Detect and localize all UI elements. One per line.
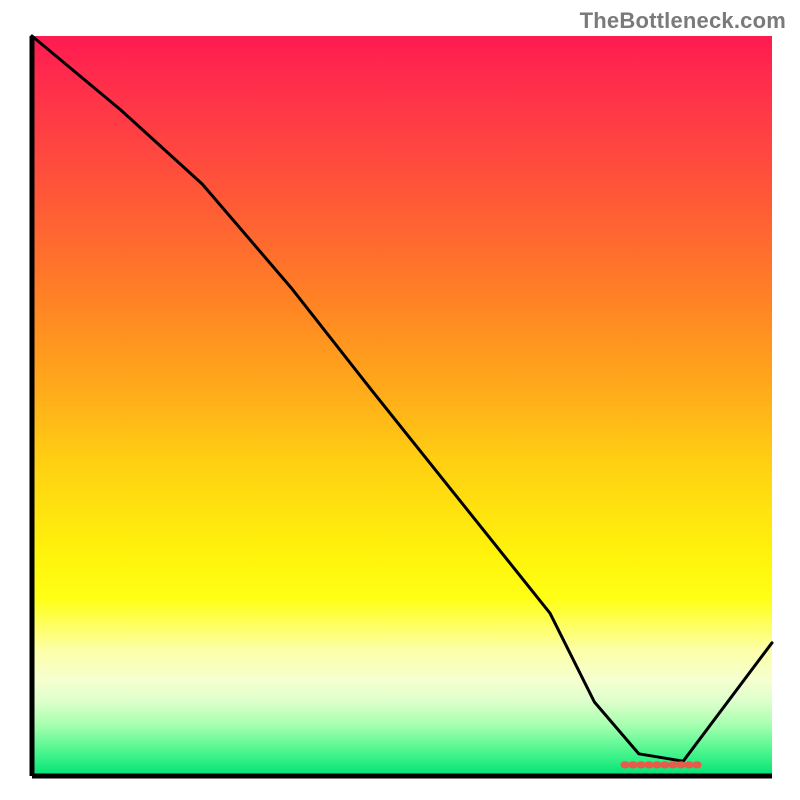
plot-gradient-background [32, 36, 772, 776]
watermark-text: TheBottleneck.com [580, 8, 786, 34]
chart-container: TheBottleneck.com [0, 0, 800, 800]
